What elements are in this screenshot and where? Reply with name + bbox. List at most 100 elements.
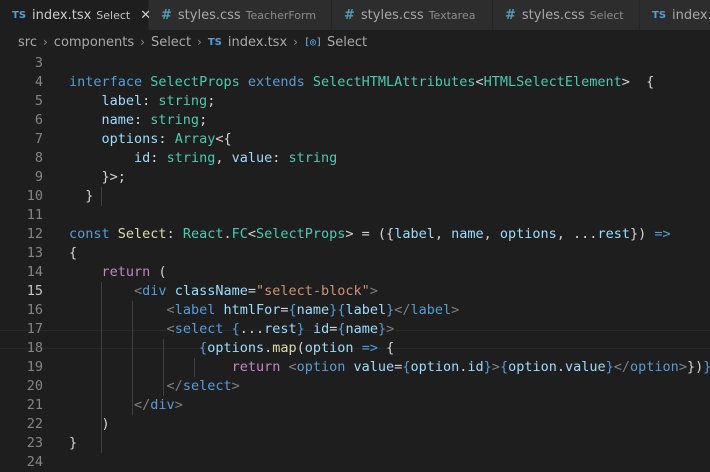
code-token: } (69, 188, 94, 204)
line-number: 7 (34, 131, 43, 147)
code-token: label (174, 302, 216, 318)
code-token: HTMLSelectElement (483, 74, 622, 90)
code-token: ... (239, 321, 265, 337)
css-file-icon: # (344, 7, 355, 23)
line-number: 18 (26, 340, 43, 356)
code-token: </ (134, 397, 151, 413)
code-line: 15 <div className="select-block"> (0, 282, 710, 301)
code-token: ; (207, 93, 216, 109)
tab-index-tsx[interactable]: TS index.tsx (640, 0, 710, 30)
code-token: : (134, 112, 151, 128)
code-editor[interactable]: 3 4 interface SelectProps extends SelectHT… (0, 54, 710, 470)
tab-label: styles.css (360, 7, 424, 23)
tab-styles-css-select[interactable]: # styles.css Select (493, 0, 640, 30)
code-token: } (605, 359, 614, 375)
code-token: > { (621, 74, 655, 90)
code-token: option (630, 359, 679, 375)
code-token: => (654, 226, 671, 242)
code-text: return <option value={option.id}>{option… (69, 358, 710, 377)
code-line: 22 ) (0, 415, 710, 434)
code-token: } (703, 359, 710, 375)
tab-styles-css-teacherform[interactable]: # styles.css TeacherForm (149, 0, 332, 30)
code-token: options (101, 131, 159, 147)
code-token: value (353, 359, 395, 375)
line-number: 21 (26, 397, 43, 413)
line-number: 16 (26, 302, 43, 318)
code-text: <select {...rest} id={name}> (69, 320, 395, 339)
code-line: 16 <label htmlFor={name}{label}</label> (0, 301, 710, 320)
code-line: 6 name: string; (0, 111, 710, 130)
code-token: label (345, 302, 387, 318)
code-token: id (467, 359, 484, 375)
code-line: 20 </select> (0, 377, 710, 396)
code-text: }>; (69, 168, 126, 187)
code-token: string (158, 93, 208, 109)
code-token: < (247, 226, 257, 242)
code-token: className (174, 283, 248, 299)
code-line: 5 label: string; (0, 92, 710, 111)
breadcrumb-item-src[interactable]: src (18, 35, 37, 50)
code-token: rest (597, 226, 630, 242)
breadcrumb-item-components[interactable]: components (54, 35, 134, 50)
code-token: name (101, 112, 135, 128)
code-token: return (231, 359, 281, 375)
code-token: </ (613, 359, 631, 375)
code-text: name: string; (69, 111, 208, 130)
code-token: ) (69, 416, 110, 432)
code-text: </div> (69, 396, 183, 415)
code-token: label (394, 226, 435, 242)
code-token: { (199, 340, 208, 356)
code-text: } (69, 187, 93, 206)
breadcrumb: src › components › Select › TS index.tsx… (0, 30, 710, 54)
line-number: 14 (26, 264, 43, 280)
breadcrumb-item-file[interactable]: index.tsx (228, 35, 287, 50)
code-token: , (434, 226, 452, 242)
code-token: name (296, 302, 330, 318)
code-token: select (182, 378, 232, 394)
tab-styles-css-textarea[interactable]: # styles.css Textarea (332, 0, 493, 30)
breadcrumb-item-select-folder[interactable]: Select (151, 35, 191, 50)
code-token: , (483, 226, 500, 242)
line-number: 5 (34, 93, 43, 109)
code-line: 8 id: string, value: string (0, 149, 710, 168)
code-token: <{ (215, 131, 232, 147)
code-token: name (451, 226, 484, 242)
code-token: const (69, 226, 110, 242)
code-token: div (142, 283, 167, 299)
code-token: , ... (556, 226, 598, 242)
code-token: Array (174, 131, 216, 147)
code-token: } (386, 302, 395, 318)
code-line: 18 {options.map(option => { (0, 339, 710, 358)
editor-tab-bar: TS index.tsx Select ✕ # styles.css TeacherForm… (0, 0, 710, 30)
breadcrumb-item-symbol[interactable]: Select (327, 35, 367, 50)
code-token: SelectHTMLAttributes (312, 74, 476, 90)
code-token: label (410, 302, 452, 318)
code-token: = (280, 302, 289, 318)
code-token: < (288, 359, 297, 375)
line-number: 24 (26, 454, 43, 470)
code-token: Select (117, 226, 167, 242)
code-text: label: string; (69, 92, 216, 111)
code-token: < (475, 74, 484, 90)
code-line: 17 <select {...rest} id={name}> (0, 320, 710, 339)
code-token: SelectProps (256, 226, 346, 242)
code-token: value (565, 359, 606, 375)
code-token: < (134, 283, 143, 299)
code-token: }) (686, 359, 704, 375)
chevron-right-icon: › (293, 35, 298, 49)
tab-index-tsx-select[interactable]: TS index.tsx Select ✕ (0, 0, 151, 30)
code-token: id (134, 150, 151, 166)
code-line: 12 const Select: React.FC<SelectProps> = … (0, 225, 710, 244)
line-number: 22 (26, 416, 43, 432)
code-text: interface SelectProps extends SelectHTML… (69, 73, 654, 92)
